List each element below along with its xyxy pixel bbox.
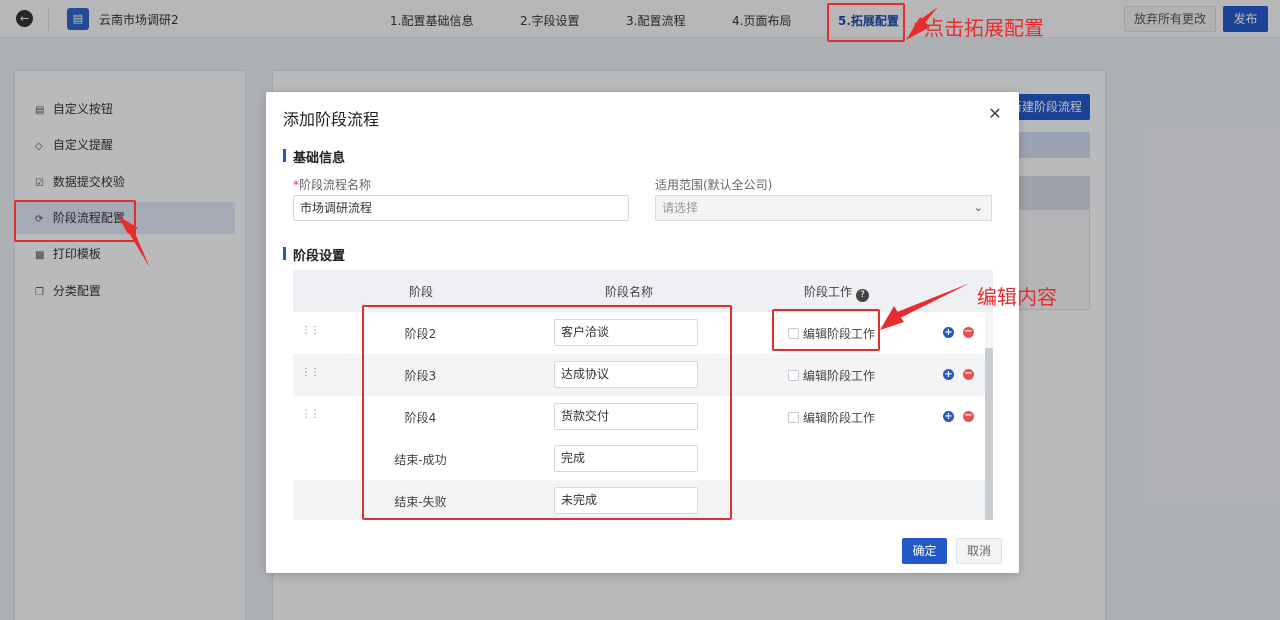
checkbox[interactable]: [788, 412, 799, 423]
drag-handle-icon[interactable]: ⋮⋮: [301, 325, 320, 336]
checkbox[interactable]: [788, 370, 799, 381]
column-header-stage-work: 阶段工作?: [804, 283, 870, 302]
dialog-title: 添加阶段流程: [283, 110, 380, 129]
edit-stage-work[interactable]: 编辑阶段工作: [788, 367, 875, 384]
annotation-box-sidebar: [14, 200, 136, 242]
chevron-down-icon: ⌄: [973, 201, 983, 214]
scope-label: 适用范围(默认全公司): [655, 178, 773, 192]
stage-flow-name-label: *阶段流程名称: [293, 178, 372, 192]
remove-stage-icon[interactable]: −: [963, 411, 974, 422]
column-header-stage-name: 阶段名称: [605, 285, 654, 299]
stage-flow-name-input[interactable]: 市场调研流程: [293, 195, 629, 221]
annotation-box-stage-table: [362, 305, 732, 520]
add-stage-icon[interactable]: +: [943, 411, 954, 422]
add-stage-icon[interactable]: +: [943, 369, 954, 380]
section-title-stage: 阶段设置: [283, 245, 345, 264]
annotation-edit-content: 编辑内容: [977, 285, 1057, 309]
edit-stage-work[interactable]: 编辑阶段工作: [788, 409, 875, 426]
scrollbar-thumb[interactable]: [985, 348, 993, 520]
scope-select[interactable]: 请选择 ⌄: [655, 195, 992, 221]
drag-handle-icon[interactable]: ⋮⋮: [301, 409, 320, 420]
close-icon[interactable]: ✕: [987, 104, 1003, 123]
help-icon[interactable]: ?: [856, 289, 870, 302]
add-stage-icon[interactable]: +: [943, 327, 954, 338]
scope-select-placeholder: 请选择: [662, 201, 699, 215]
confirm-button[interactable]: 确定: [902, 538, 947, 564]
drag-handle-icon[interactable]: ⋮⋮: [301, 367, 320, 378]
section-title-basic: 基础信息: [283, 147, 345, 166]
annotation-box-extension-step: [827, 3, 905, 42]
cancel-button[interactable]: 取消: [956, 538, 1002, 564]
remove-stage-icon[interactable]: −: [963, 327, 974, 338]
column-header-stage: 阶段: [409, 285, 434, 299]
remove-stage-icon[interactable]: −: [963, 369, 974, 380]
annotation-click-extension: 点击拓展配置: [924, 16, 1044, 40]
annotation-box-edit-work: [772, 309, 880, 351]
